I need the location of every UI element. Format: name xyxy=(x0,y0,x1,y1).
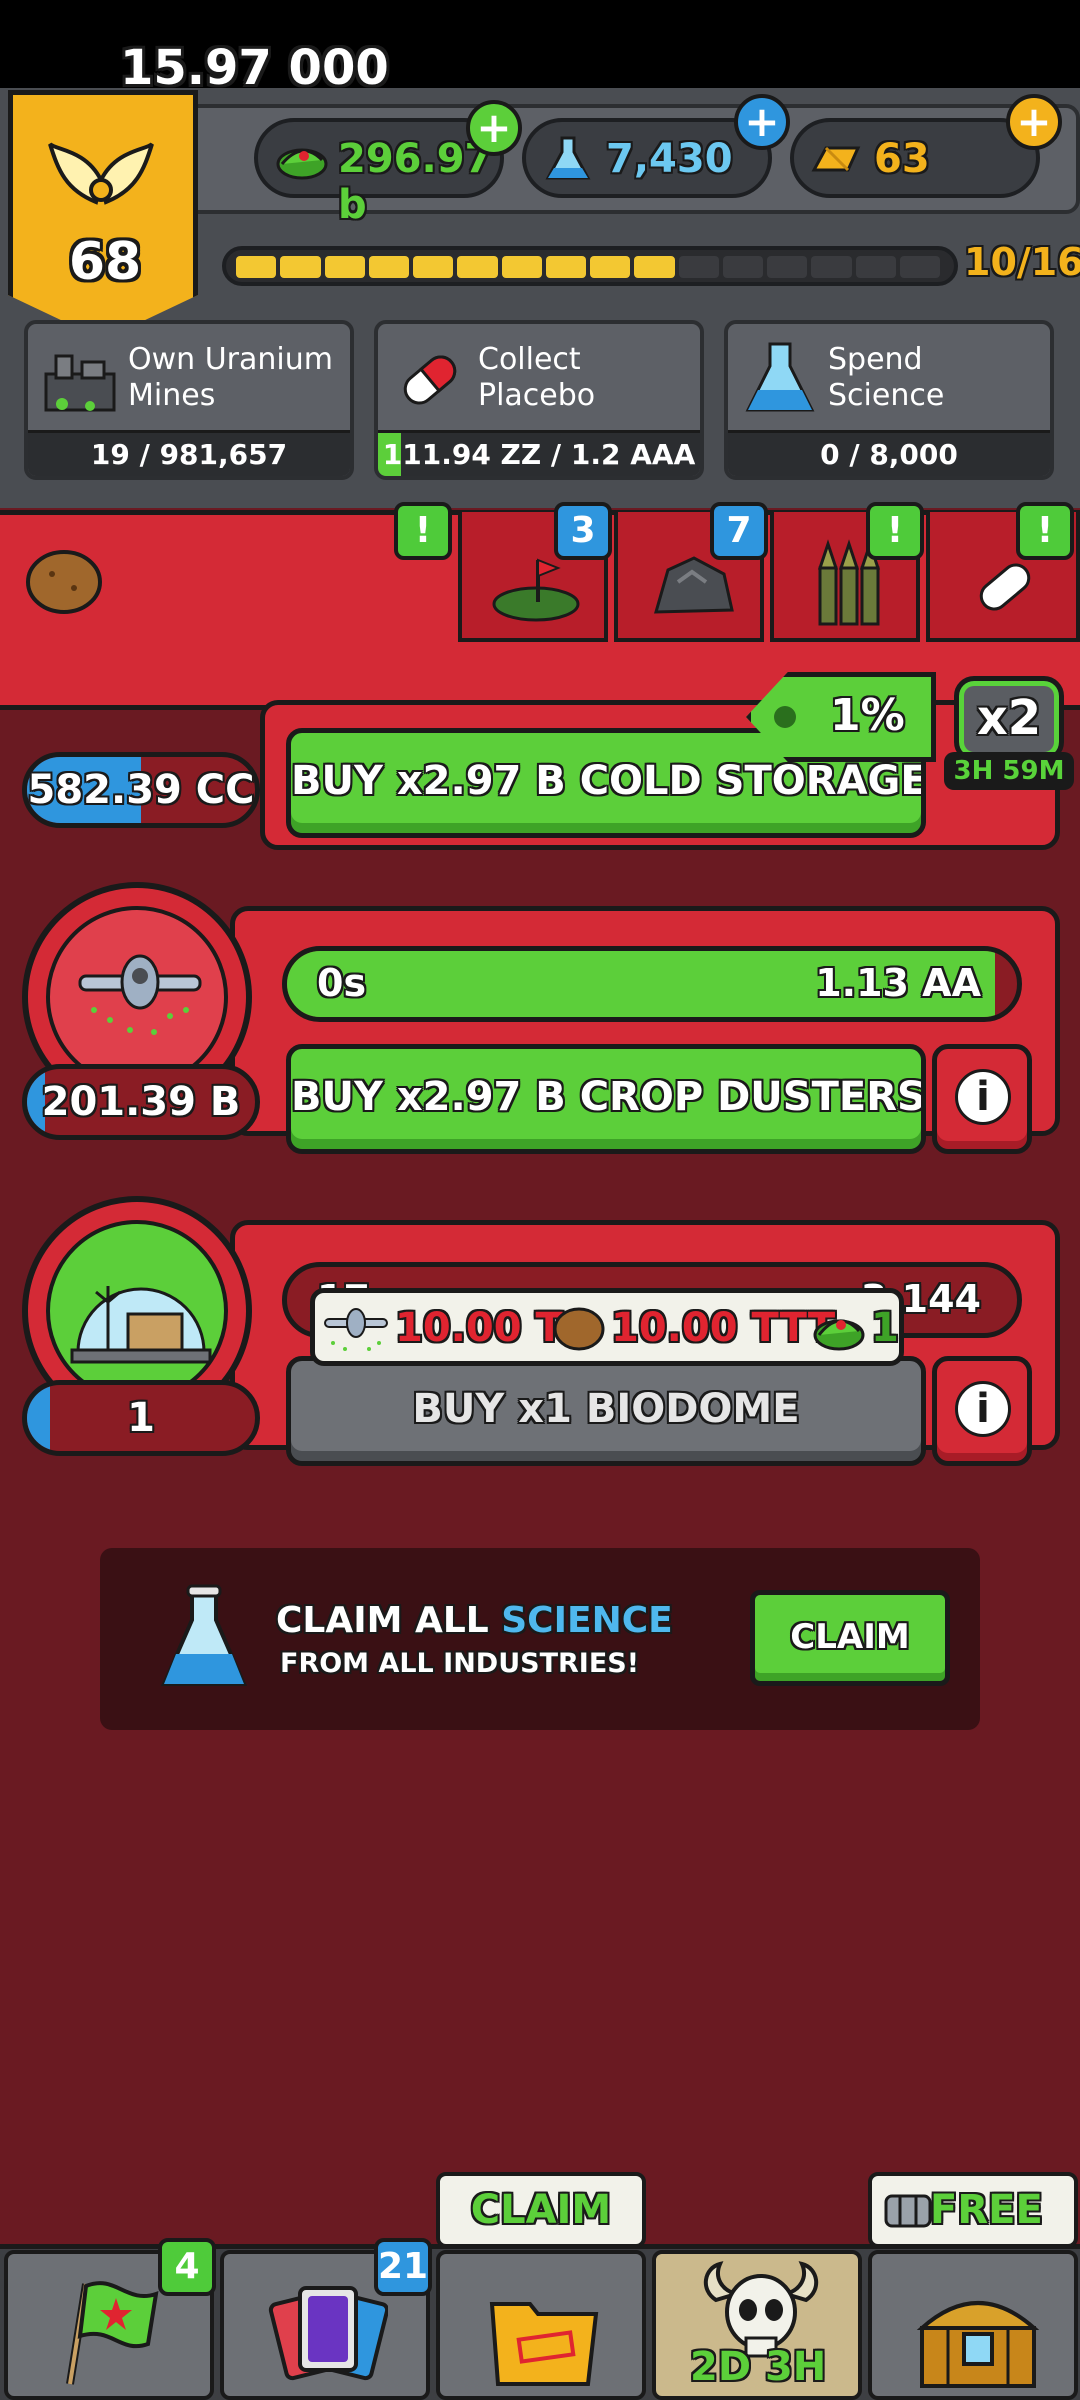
xp-segment xyxy=(722,256,763,278)
xp-segment xyxy=(457,256,498,278)
xp-progress-text: 10/16 xyxy=(964,240,1080,284)
xp-segment xyxy=(501,256,542,278)
xp-segment xyxy=(678,256,719,278)
tab-count-badge: 7 xyxy=(710,502,768,560)
biodome-count[interactable]: 1 xyxy=(22,1380,260,1456)
nav-tab-dossier[interactable] xyxy=(436,2250,646,2400)
tag-hole xyxy=(774,706,796,728)
xp-progress-bar xyxy=(222,246,958,286)
xp-segment xyxy=(545,256,586,278)
pill-icon xyxy=(979,563,1031,611)
crop-duster-production: 1.13 AA xyxy=(815,961,981,1005)
ore-rock-icon xyxy=(653,556,734,614)
crop-duster-count[interactable]: 201.39 B xyxy=(22,1064,260,1140)
x2-multiplier-button[interactable]: x2 xyxy=(954,676,1064,762)
goal-uranium-mines[interactable]: Own Uranium Mines 19 / 981,657 xyxy=(24,320,354,480)
potato-icon xyxy=(26,550,102,614)
tab-alert-badge: ! xyxy=(866,502,924,560)
crop-duster-progress-bar: 0s 1.13 AA xyxy=(282,946,1022,1022)
add-cash-button[interactable]: + xyxy=(466,100,522,156)
pill-icon xyxy=(403,355,457,405)
xp-segment xyxy=(899,256,940,278)
xp-segment xyxy=(634,256,675,278)
nav-chest-free-label[interactable]: FREE xyxy=(868,2172,1078,2248)
gold-bar-icon xyxy=(811,146,861,172)
folder-icon xyxy=(489,2302,599,2386)
xp-segment xyxy=(811,256,852,278)
science-amount: 7,430 xyxy=(606,136,733,182)
xp-segment xyxy=(368,256,409,278)
nav-tab-chest[interactable] xyxy=(868,2250,1078,2400)
crop-dusters-info-button[interactable]: i xyxy=(932,1044,1032,1154)
cost-cash: 1 xyxy=(871,1305,899,1351)
goal-progress: 0 / 8,000 xyxy=(728,430,1050,476)
xp-segment xyxy=(855,256,896,278)
cards-icon xyxy=(268,2286,388,2381)
treasure-chest-icon xyxy=(916,2301,1040,2388)
claim-science-banner: CLAIM ALL SCIENCE FROM ALL INDUSTRIES! C… xyxy=(100,1548,980,1730)
cash-cap-icon xyxy=(813,1319,865,1351)
wings-icon xyxy=(48,142,154,205)
goal-label: Own Uranium Mines xyxy=(128,342,333,413)
gold-counter[interactable]: 63 xyxy=(790,118,1040,198)
buy-biodome-button[interactable]: BUY x1 BIODOME xyxy=(286,1356,926,1466)
biodome-icon xyxy=(70,1286,212,1364)
biodome-info-button[interactable]: i xyxy=(932,1356,1032,1466)
crop-duster-plane-icon xyxy=(324,1308,388,1351)
potato-icon xyxy=(553,1307,605,1351)
xp-segment xyxy=(324,256,365,278)
cost-potatoes: 10.00 TTT xyxy=(611,1305,836,1351)
claim-science-title: CLAIM ALL SCIENCE xyxy=(276,1600,673,1641)
tab-alert-badge: ! xyxy=(394,502,452,560)
claim-science-subtitle: FROM ALL INDUSTRIES! xyxy=(280,1648,640,1679)
xp-segment xyxy=(767,256,808,278)
potato-count: 15.97 000 xyxy=(120,40,389,96)
xp-segment xyxy=(236,256,277,278)
gold-amount: 63 xyxy=(874,136,930,182)
cash-cap-icon xyxy=(276,148,328,180)
nav-missions-badge: 4 xyxy=(158,2238,216,2296)
uranium-mine-icon xyxy=(44,354,116,412)
player-level: 68 xyxy=(68,232,142,292)
bonus-percent: 1% xyxy=(830,690,905,741)
cold-storage-count[interactable]: 582.39 CC xyxy=(22,752,260,828)
claim-science-button[interactable]: CLAIM xyxy=(750,1590,950,1686)
xp-segment xyxy=(590,256,631,278)
biodome-cost-tooltip: 10.00 T 10.00 TTT 1 xyxy=(310,1288,904,1366)
red-star-flag-icon xyxy=(66,2281,159,2385)
xp-segment xyxy=(413,256,454,278)
nav-dossier-claim-label[interactable]: CLAIM xyxy=(436,2172,646,2248)
x2-multiplier-timer: 3H 59M xyxy=(944,752,1074,790)
crop-duster-timer: 0s xyxy=(317,961,367,1005)
tab-alert-badge: ! xyxy=(1016,502,1074,560)
flask-icon xyxy=(745,342,815,412)
goal-progress: 19 / 981,657 xyxy=(28,430,350,476)
flask-icon xyxy=(545,136,591,180)
add-science-button[interactable]: + xyxy=(734,94,790,150)
buy-crop-dusters-button[interactable]: BUY x2.97 B CROP DUSTERS xyxy=(286,1044,926,1154)
ammo-box-icon xyxy=(884,2194,932,2228)
add-gold-button[interactable]: + xyxy=(1006,94,1062,150)
goal-placebo[interactable]: Collect Placebo 111.94 ZZ / 1.2 AAA xyxy=(374,320,704,480)
goal-label: Spend Science xyxy=(828,342,945,413)
tab-count-badge: 3 xyxy=(554,502,612,560)
crop-duster-plane-icon xyxy=(78,954,202,1035)
flask-icon xyxy=(160,1584,248,1686)
nav-cards-badge: 21 xyxy=(374,2238,432,2296)
xp-segment xyxy=(280,256,321,278)
cost-crop-dusters: 10.00 T xyxy=(395,1305,563,1351)
goal-label: Collect Placebo xyxy=(478,342,596,413)
nav-event-timer: 2D 3H xyxy=(690,2344,827,2390)
goal-progress: 111.94 ZZ / 1.2 AAA xyxy=(378,430,700,476)
goal-spend-science[interactable]: Spend Science 0 / 8,000 xyxy=(724,320,1054,480)
